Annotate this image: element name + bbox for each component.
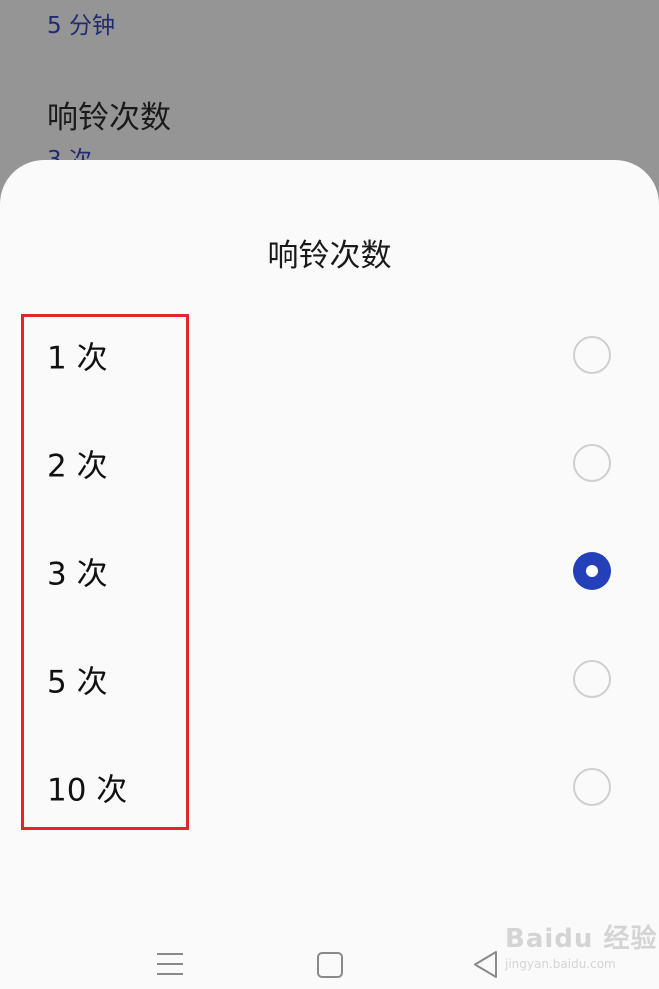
back-icon: [474, 951, 497, 978]
option-label: 10 次: [47, 772, 128, 809]
navigation-bar: [0, 940, 659, 989]
radio-unchecked-icon[interactable]: [573, 660, 611, 698]
option-10[interactable]: 10 次: [0, 733, 659, 841]
home-icon: [317, 952, 343, 978]
home-button[interactable]: [304, 940, 353, 989]
option-label: 3 次: [47, 556, 108, 593]
back-button[interactable]: [462, 940, 511, 989]
option-3[interactable]: 3 次: [0, 517, 659, 625]
menu-button[interactable]: [145, 940, 194, 989]
option-2[interactable]: 2 次: [0, 409, 659, 517]
ring-count-dialog: 响铃次数 1 次 2 次 3 次 5 次 10 次 Baidu 经验 jingy…: [0, 160, 659, 989]
radio-checked-icon[interactable]: [573, 552, 611, 590]
option-5[interactable]: 5 次: [0, 625, 659, 733]
option-1[interactable]: 1 次: [0, 301, 659, 409]
option-label: 5 次: [47, 664, 108, 701]
previous-setting-value: 5 分钟: [47, 13, 115, 39]
option-label: 1 次: [47, 340, 108, 377]
radio-unchecked-icon[interactable]: [573, 768, 611, 806]
radio-unchecked-icon[interactable]: [573, 444, 611, 482]
radio-unchecked-icon[interactable]: [573, 336, 611, 374]
option-label: 2 次: [47, 448, 108, 485]
ring-count-setting-title: 响铃次数: [47, 100, 171, 136]
dialog-title: 响铃次数: [267, 238, 392, 274]
